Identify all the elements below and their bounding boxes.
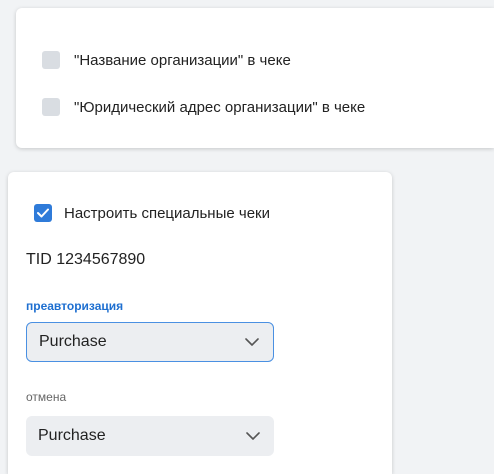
chevron-down-icon (245, 338, 259, 346)
special-receipts-toggle[interactable]: Настроить специальные чеки (34, 204, 270, 222)
org-name-option[interactable]: "Название организации" в чеке (42, 51, 291, 69)
special-receipts-card: Настроить специальные чеки TID 123456789… (8, 172, 392, 474)
org-name-checkbox[interactable] (42, 51, 60, 69)
cancel-select[interactable]: Purchase (26, 416, 274, 456)
preauth-label: преавторизация (26, 299, 124, 313)
cancel-label: отмена (26, 390, 67, 404)
org-name-label: "Название организации" в чеке (74, 51, 291, 69)
org-address-checkbox[interactable] (42, 98, 60, 116)
org-address-label: "Юридический адрес организации" в чеке (74, 98, 366, 116)
chevron-down-icon (246, 432, 260, 440)
org-address-option[interactable]: "Юридический адрес организации" в чеке (42, 98, 365, 116)
checkmark-icon (37, 208, 49, 218)
cancel-value: Purchase (38, 427, 106, 444)
special-receipts-checkbox[interactable] (34, 204, 52, 222)
special-receipts-label: Настроить специальные чеки (64, 204, 270, 222)
preauth-value: Purchase (39, 333, 107, 350)
receipt-options-card: "Название организации" в чеке "Юридическ… (16, 8, 494, 148)
terminal-id: TID 1234567890 (26, 251, 146, 268)
preauth-select[interactable]: Purchase (26, 322, 274, 362)
